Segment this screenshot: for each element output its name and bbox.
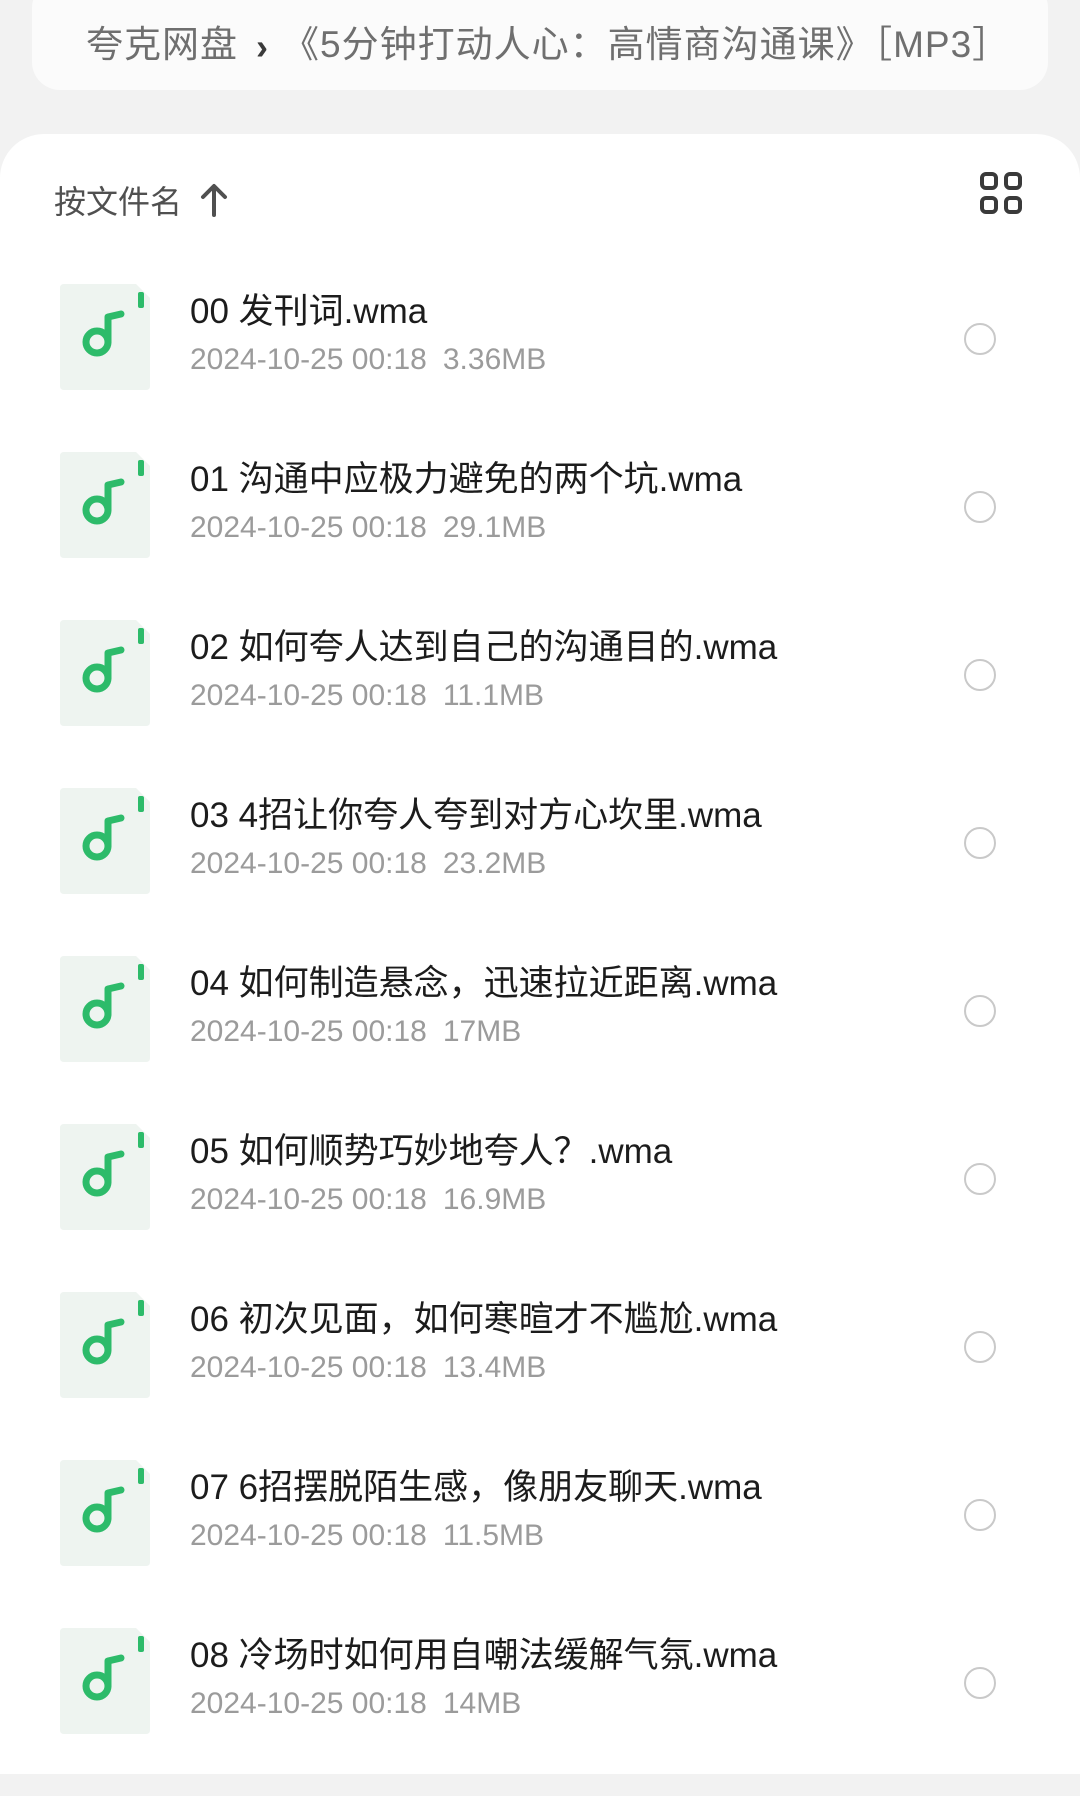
file-date: 2024-10-25 00:18 — [190, 1519, 427, 1552]
file-size: 3.36MB — [442, 343, 547, 376]
file-list: 00 发刊词.wma 2024-10-25 00:18 3.36MB 01 沟通中… — [0, 284, 1080, 1796]
select-checkbox[interactable] — [964, 659, 996, 691]
file-size: 11.1MB — [442, 679, 545, 712]
list-item[interactable]: 00 发刊词.wma 2024-10-25 00:18 3.36MB — [0, 284, 1080, 452]
file-name: 07 6招摆脱陌生感，像朋友聊天.wma — [190, 1468, 762, 1507]
list-item[interactable]: 04 如何制造悬念，迅速拉近距离.wma 2024-10-25 00:18 17M… — [0, 956, 1080, 1124]
file-info: 07 6招摆脱陌生感，像朋友聊天.wma 2024-10-25 00:18 11.… — [190, 1466, 940, 1556]
file-name: 00 发刊词.wma — [190, 292, 428, 331]
audio-file-icon — [60, 284, 150, 390]
file-info: 04 如何制造悬念，迅速拉近距离.wma 2024-10-25 00:18 17M… — [190, 962, 940, 1052]
file-info: 02 如何夸人达到自己的沟通目的.wma 2024-10-25 00:18 11.… — [190, 626, 940, 716]
file-name: 02 如何夸人达到自己的沟通目的.wma — [190, 628, 778, 667]
select-checkbox[interactable] — [964, 323, 996, 355]
list-item[interactable]: 07 6招摆脱陌生感，像朋友聊天.wma 2024-10-25 00:18 11.… — [0, 1460, 1080, 1628]
file-meta: 2024-10-25 00:18 11.1MB — [190, 676, 940, 716]
file-date: 2024-10-25 00:18 — [190, 1687, 427, 1720]
file-date: 2024-10-25 00:18 — [190, 1015, 427, 1048]
grid-cell — [980, 196, 998, 214]
list-item[interactable]: 03 4招让你夸人夸到对方心坎里.wma 2024-10-25 00:18 23.… — [0, 788, 1080, 956]
file-info: 06 初次见面，如何寒暄才不尴尬.wma 2024-10-25 00:18 13.… — [190, 1298, 940, 1388]
breadcrumb-current-folder: 《5分钟打动人心：高情商沟通课》［MP3］ — [282, 24, 1011, 65]
file-size: 23.2MB — [442, 847, 547, 880]
file-date: 2024-10-25 00:18 — [190, 511, 427, 544]
select-checkbox[interactable] — [964, 1331, 996, 1363]
chevron-right-icon: › — [256, 26, 268, 67]
file-date: 2024-10-25 00:18 — [190, 679, 427, 712]
file-size: 11.5MB — [442, 1519, 545, 1552]
file-meta: 2024-10-25 00:18 3.36MB — [190, 340, 940, 380]
list-item[interactable]: 05 如何顺势巧妙地夸人？.wma 2024-10-25 00:18 16.9MB — [0, 1124, 1080, 1292]
file-date: 2024-10-25 00:18 — [190, 343, 427, 376]
file-date: 2024-10-25 00:18 — [190, 1183, 427, 1216]
file-date: 2024-10-25 00:18 — [190, 1351, 427, 1384]
select-checkbox[interactable] — [964, 1163, 996, 1195]
file-date: 2024-10-25 00:18 — [190, 847, 427, 880]
list-item[interactable]: 02 如何夸人达到自己的沟通目的.wma 2024-10-25 00:18 11.… — [0, 620, 1080, 788]
file-size: 13.4MB — [442, 1351, 547, 1384]
audio-file-icon — [60, 620, 150, 726]
file-info: 05 如何顺势巧妙地夸人？.wma 2024-10-25 00:18 16.9MB — [190, 1130, 940, 1220]
audio-file-icon — [60, 1628, 150, 1734]
file-name: 04 如何制造悬念，迅速拉近距离.wma — [190, 964, 778, 1003]
file-info: 01 沟通中应极力避免的两个坑.wma 2024-10-25 00:18 29.1… — [190, 458, 940, 548]
file-meta: 2024-10-25 00:18 11.5MB — [190, 1516, 940, 1556]
file-info: 03 4招让你夸人夸到对方心坎里.wma 2024-10-25 00:18 23.… — [190, 794, 940, 884]
file-info: 08 冷场时如何用自嘲法缓解气氛.wma 2024-10-25 00:18 14M… — [190, 1634, 940, 1724]
file-meta: 2024-10-25 00:18 29.1MB — [190, 508, 940, 548]
arrow-up-icon — [201, 184, 228, 217]
file-meta: 2024-10-25 00:18 13.4MB — [190, 1348, 940, 1388]
audio-file-icon — [60, 452, 150, 558]
select-checkbox[interactable] — [964, 491, 996, 523]
audio-file-icon — [60, 788, 150, 894]
list-item[interactable]: 08 冷场时如何用自嘲法缓解气氛.wma 2024-10-25 00:18 14M… — [0, 1628, 1080, 1796]
file-name: 06 初次见面，如何寒暄才不尴尬.wma — [190, 1300, 778, 1339]
sort-label: 按文件名 — [54, 184, 183, 220]
list-item[interactable]: 06 初次见面，如何寒暄才不尴尬.wma 2024-10-25 00:18 13.… — [0, 1292, 1080, 1460]
file-name: 01 沟通中应极力避免的两个坑.wma — [190, 460, 743, 499]
file-name: 05 如何顺势巧妙地夸人？.wma — [190, 1132, 673, 1171]
file-meta: 2024-10-25 00:18 23.2MB — [190, 844, 940, 884]
grid-view-icon[interactable] — [980, 172, 1024, 216]
select-checkbox[interactable] — [964, 995, 996, 1027]
file-list-panel: 按文件名 00 发刊词.wma 2024-10-25 00:18 3.36MB — [0, 134, 1080, 1774]
file-name: 03 4招让你夸人夸到对方心坎里.wma — [190, 796, 762, 835]
file-name: 08 冷场时如何用自嘲法缓解气氛.wma — [190, 1636, 778, 1675]
select-checkbox[interactable] — [964, 827, 996, 859]
select-checkbox[interactable] — [964, 1667, 996, 1699]
audio-file-icon — [60, 1460, 150, 1566]
audio-file-icon — [60, 956, 150, 1062]
file-meta: 2024-10-25 00:18 14MB — [190, 1684, 940, 1724]
grid-cell — [1004, 196, 1022, 214]
file-size: 16.9MB — [442, 1183, 547, 1216]
list-item[interactable]: 01 沟通中应极力避免的两个坑.wma 2024-10-25 00:18 29.1… — [0, 452, 1080, 620]
file-info: 00 发刊词.wma 2024-10-25 00:18 3.36MB — [190, 290, 940, 380]
audio-file-icon — [60, 1292, 150, 1398]
file-size: 14MB — [442, 1687, 522, 1720]
sort-control[interactable]: 按文件名 — [54, 170, 228, 230]
grid-cell — [1004, 172, 1022, 190]
file-meta: 2024-10-25 00:18 16.9MB — [190, 1180, 940, 1220]
file-meta: 2024-10-25 00:18 17MB — [190, 1012, 940, 1052]
audio-file-icon — [60, 1124, 150, 1230]
file-size: 17MB — [442, 1015, 522, 1048]
breadcrumb: 夸克网盘 › 《5分钟打动人心：高情商沟通课》［MP3］ — [32, 0, 1048, 90]
file-size: 29.1MB — [442, 511, 547, 544]
grid-cell — [980, 172, 998, 190]
breadcrumb-root[interactable]: 夸克网盘 — [86, 14, 238, 68]
select-checkbox[interactable] — [964, 1499, 996, 1531]
